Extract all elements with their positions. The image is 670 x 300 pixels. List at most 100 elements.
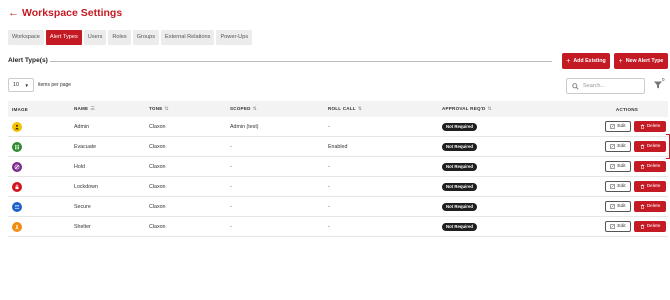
trash-icon [640,184,644,189]
per-page-select[interactable]: 10 ▼ [8,78,34,92]
tab-alert-types[interactable]: Alert Types [45,30,82,45]
tab-users[interactable]: Users [83,30,107,45]
secure-people-icon [12,201,22,212]
section-divider [50,61,552,62]
approval-badge: Not Required [442,202,477,211]
page-title-text: Workspace Settings [22,7,123,19]
page-title[interactable]: ← Workspace Settings [8,7,122,19]
approval-badge: Not Required [442,142,477,151]
row-roll-call: - [328,123,330,130]
row-actions: Edit Delete [592,221,668,232]
edit-button[interactable]: Edit [605,221,631,232]
row-tone: Claxon [149,143,166,150]
per-page-label: items per page [38,82,72,88]
table-row-admin: Admin Claxon Admin (test) - Not Required… [8,117,668,137]
sort-icon[interactable]: ⇅ [253,106,257,112]
row-scoped: - [230,203,232,210]
delete-button[interactable]: Delete [634,221,666,232]
search-icon [572,82,579,90]
approval-badge: Not Required [442,182,477,191]
tab-external-relations[interactable]: External Relations [161,30,215,45]
delete-button[interactable]: Delete [634,141,666,152]
row-name: Evacuate [74,143,97,150]
edit-icon [610,204,616,209]
table-row-hold: Hold Claxon - - Not Required Edit Delete [8,157,668,177]
tab-power-ups[interactable]: Power-Ups [216,30,253,45]
tab-workspace[interactable]: Workspace [8,30,44,45]
row-name: Lockdown [74,183,98,190]
delete-button[interactable]: Delete [634,121,666,132]
delete-button[interactable]: Delete [634,181,666,192]
row-scoped: - [230,183,232,190]
row-name: Shelter [74,223,91,230]
tab-roles[interactable]: Roles [108,30,131,45]
table-row-secure: Secure Claxon - - Not Required Edit Dele… [8,197,668,217]
add-existing-button[interactable]: + Add Existing [562,53,610,69]
header-scoped[interactable]: SCOPED ⇅ [230,106,328,112]
approval-badge: Not Required [442,162,477,171]
row-actions: Edit Delete [592,161,668,172]
row-tone: Claxon [149,123,166,130]
header-name[interactable]: NAME ☰ [65,106,149,112]
settings-tabs: Workspace Alert Types Users Roles Groups… [8,30,253,45]
trash-icon [640,124,644,129]
edit-icon [610,144,616,149]
trash-icon [640,164,644,169]
alert-person-icon [12,121,22,132]
edit-icon [610,164,616,169]
filter-count: 0 [662,77,665,82]
chevron-down-icon: ▼ [24,82,29,88]
row-scoped: - [230,163,232,170]
row-actions: Edit Delete [592,201,668,212]
add-existing-label: Add Existing [573,58,606,64]
header-tone[interactable]: TONE ⇅ [149,106,230,112]
items-per-page: 10 ▼ items per page [8,78,71,92]
edit-button[interactable]: Edit [605,181,631,192]
row-tone: Claxon [149,203,166,210]
row-name: Hold [74,163,85,170]
per-page-value: 10 [13,82,19,88]
row-roll-call: - [328,183,330,190]
row-name: Admin [74,123,90,130]
row-roll-call: - [328,203,330,210]
sort-icon[interactable]: ⇅ [488,106,492,112]
focus-highlight [666,134,670,159]
table-row-lockdown: Lockdown Claxon - - Not Required Edit De… [8,177,668,197]
sort-icon[interactable]: ⇅ [358,106,362,112]
trash-icon [640,204,644,209]
sort-icon[interactable]: ☰ [90,106,95,112]
header-approval[interactable]: APPROVAL REQ'D ⇅ [442,106,592,112]
tab-groups[interactable]: Groups [132,30,160,45]
table-row-evacuate: Evacuate Claxon - Enabled Not Required E… [8,137,668,157]
approval-badge: Not Required [442,122,477,131]
shelter-person-icon [12,221,22,232]
delete-button[interactable]: Delete [634,161,666,172]
header-actions: ACTIONS [615,106,638,112]
header-roll-call[interactable]: ROLL CALL ⇅ [328,106,442,112]
edit-icon [610,184,616,189]
sort-icon[interactable]: ⇅ [164,106,168,112]
plus-icon: + [566,57,571,65]
new-alert-type-label: New Alert Type [625,58,664,64]
row-roll-call: - [328,163,330,170]
row-scoped: - [230,223,232,230]
row-actions: Edit Delete [592,141,668,152]
row-roll-call: - [328,223,330,230]
hold-icon [12,161,22,172]
trash-icon [640,144,644,149]
back-arrow-icon[interactable]: ← [8,7,19,19]
alert-types-table: IMAGE NAME ☰ TONE ⇅ SCOPED ⇅ ROLL CALL ⇅ APP… [8,101,668,237]
row-tone: Claxon [149,183,166,190]
search-input[interactable]: Search... [566,78,645,94]
edit-button[interactable]: Edit [605,161,631,172]
header-image: IMAGE [12,106,29,112]
evacuate-people-icon [12,141,22,152]
new-alert-type-button[interactable]: + New Alert Type [614,53,668,69]
edit-button[interactable]: Edit [605,121,631,132]
edit-button[interactable]: Edit [605,141,631,152]
edit-icon [610,124,616,129]
edit-button[interactable]: Edit [605,201,631,212]
delete-button[interactable]: Delete [634,201,666,212]
row-roll-call: Enabled [328,143,348,150]
row-name: Secure [74,203,91,210]
